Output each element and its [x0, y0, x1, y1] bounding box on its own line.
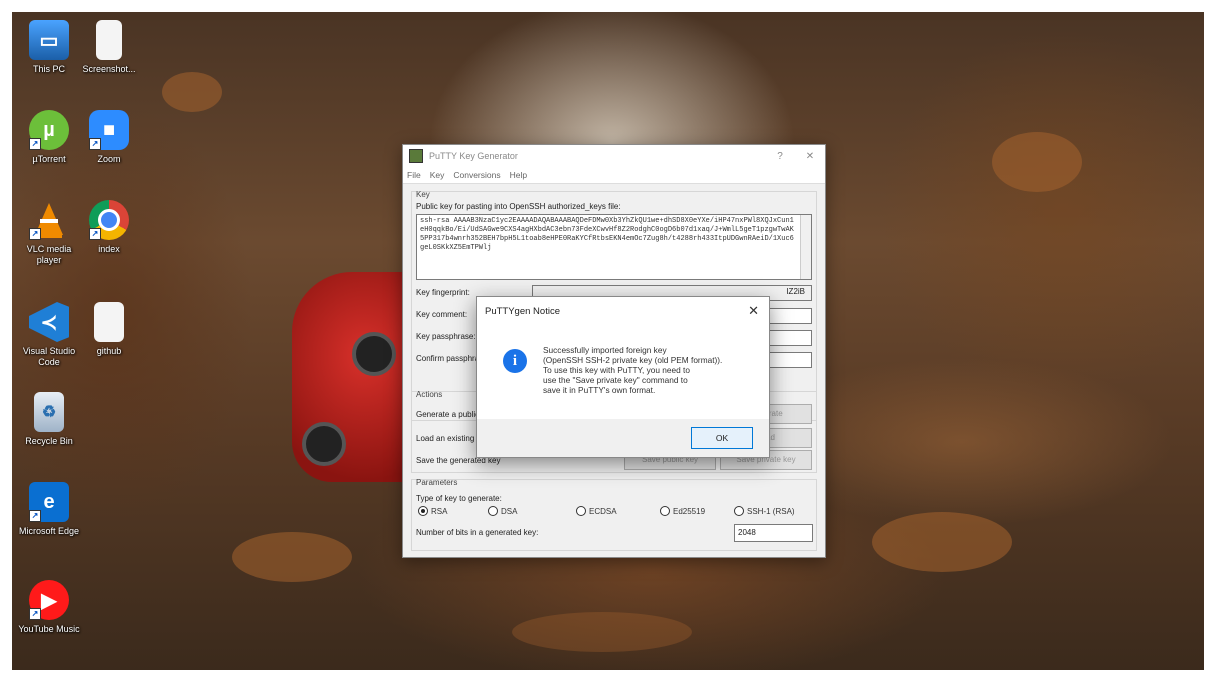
desktop-icon-edge[interactable]: e ↗ Microsoft Edge — [16, 482, 82, 537]
menu-file[interactable]: File — [407, 170, 421, 180]
desktop-icon-github[interactable]: github — [76, 302, 142, 357]
notice-footer: OK — [477, 419, 769, 457]
radio-ecdsa[interactable]: ECDSA — [576, 506, 617, 516]
radio-label: RSA — [431, 506, 448, 516]
radio-selected-icon — [418, 506, 428, 516]
shortcut-arrow-icon: ↗ — [89, 138, 101, 150]
utorrent-icon: µ ↗ — [29, 110, 69, 150]
recycle-bin-icon: ♻ — [34, 392, 64, 432]
puttygen-notice-dialog: PuTTYgen Notice ✕ i Successfully importe… — [476, 296, 770, 458]
document-icon — [96, 20, 122, 60]
help-button[interactable]: ? — [765, 151, 795, 162]
desktop-icon-label: Zoom — [97, 154, 121, 164]
desktop-icon-label: YouTube Music — [18, 624, 80, 634]
desktop-icon-zoom[interactable]: ■ ↗ Zoom — [76, 110, 142, 165]
wallpaper-leaves — [512, 612, 692, 652]
wallpaper-leaves — [232, 532, 352, 582]
desktop-icon-label: Visual Studio Code — [22, 346, 76, 367]
actions-group-label: Actions — [416, 390, 443, 399]
close-icon[interactable]: ✕ — [748, 303, 759, 319]
radio-label: ECDSA — [589, 506, 617, 516]
desktop-icon-label: github — [96, 346, 122, 356]
public-key-textarea[interactable]: ssh-rsa AAAAB3NzaC1yc2EAAAADAQABAAABAQDe… — [416, 214, 812, 280]
zoom-icon: ■ ↗ — [89, 110, 129, 150]
edge-icon: e ↗ — [29, 482, 69, 522]
menu-help[interactable]: Help — [510, 170, 527, 180]
notice-message: Successfully imported foreign key (OpenS… — [543, 345, 723, 395]
radio-label: DSA — [501, 506, 518, 516]
radio-ed25519[interactable]: Ed25519 — [660, 506, 705, 516]
close-icon[interactable]: ✕ — [795, 151, 825, 162]
shortcut-arrow-icon: ↗ — [29, 608, 41, 620]
desktop-icon-index[interactable]: ↗ index — [76, 200, 142, 255]
key-type-label: Type of key to generate: — [416, 494, 502, 503]
puttygen-menubar: File Key Conversions Help — [403, 167, 825, 184]
public-key-label: Public key for pasting into OpenSSH auth… — [416, 202, 621, 211]
menu-key[interactable]: Key — [430, 170, 445, 180]
radio-label: Ed25519 — [673, 506, 706, 516]
radio-rsa[interactable]: RSA — [418, 506, 447, 516]
parameters-group: Parameters Type of key to generate: RSA … — [411, 478, 817, 551]
desktop-icon-this-pc[interactable]: ▭ This PC — [16, 20, 82, 75]
desktop-icon-label: Microsoft Edge — [18, 526, 80, 536]
radio-unselected-icon — [660, 506, 670, 516]
car-wheel — [302, 422, 346, 466]
puttygen-app-icon — [409, 149, 423, 163]
bits-field[interactable]: 2048 — [734, 524, 813, 542]
puttygen-titlebar[interactable]: PuTTY Key Generator ? ✕ — [403, 145, 825, 167]
shortcut-arrow-icon: ↗ — [29, 228, 41, 240]
youtube-music-icon: ▶ ↗ — [29, 580, 69, 620]
passphrase-label: Key passphrase: — [416, 332, 476, 341]
notice-title: PuTTYgen Notice — [485, 305, 560, 317]
desktop-icon-vlc[interactable]: ↗ VLC media player — [16, 200, 82, 266]
document-icon — [94, 302, 124, 342]
desktop-icon-label: This PC — [32, 64, 65, 74]
desktop-icon-label: Recycle Bin — [25, 436, 73, 446]
shortcut-arrow-icon: ↗ — [89, 228, 101, 240]
vlc-icon: ↗ — [29, 200, 69, 240]
fingerprint-label: Key fingerprint: — [416, 288, 470, 297]
comment-label: Key comment: — [416, 310, 468, 319]
vscode-icon: ≺ — [29, 302, 69, 342]
wallpaper-leaves — [162, 72, 222, 112]
fingerprint-value: IZ2iB — [786, 287, 805, 296]
radio-unselected-icon — [576, 506, 586, 516]
radio-label: SSH-1 (RSA) — [747, 506, 795, 516]
bits-label: Number of bits in a generated key: — [416, 528, 539, 537]
shortcut-arrow-icon: ↗ — [29, 138, 41, 150]
parameters-group-label: Parameters — [416, 478, 458, 487]
public-key-scrollbar[interactable] — [800, 215, 811, 279]
desktop-icon-label: Screenshot... — [82, 64, 136, 74]
menu-conversions[interactable]: Conversions — [453, 170, 500, 180]
desktop-icon-label: index — [98, 244, 120, 254]
radio-dsa[interactable]: DSA — [488, 506, 517, 516]
radio-ssh1-rsa[interactable]: SSH-1 (RSA) — [734, 506, 795, 516]
desktop-icon-utorrent[interactable]: µ ↗ µTorrent — [16, 110, 82, 165]
shortcut-arrow-icon: ↗ — [29, 510, 41, 522]
desktop-icon-recycle-bin[interactable]: ♻ Recycle Bin — [16, 392, 82, 447]
info-icon: i — [503, 349, 527, 373]
wallpaper-leaves — [992, 132, 1082, 192]
desktop-icon-screenshot[interactable]: Screenshot... — [76, 20, 142, 75]
desktop-icon-youtube-music[interactable]: ▶ ↗ YouTube Music — [16, 580, 82, 635]
puttygen-title: PuTTY Key Generator — [429, 151, 518, 161]
wallpaper-leaves — [872, 512, 1012, 572]
key-group-label: Key — [416, 190, 430, 199]
radio-unselected-icon — [734, 506, 744, 516]
computer-icon: ▭ — [29, 20, 69, 60]
car-headlight — [352, 332, 396, 376]
desktop-icon-vscode[interactable]: ≺ Visual Studio Code — [16, 302, 82, 368]
radio-unselected-icon — [488, 506, 498, 516]
public-key-text: ssh-rsa AAAAB3NzaC1yc2EAAAADAQABAAABAQDe… — [420, 217, 794, 252]
chrome-icon: ↗ — [89, 200, 129, 240]
ok-button[interactable]: OK — [691, 427, 753, 449]
desktop-icon-label: VLC media player — [26, 244, 72, 265]
desktop-icon-label: µTorrent — [32, 154, 66, 164]
